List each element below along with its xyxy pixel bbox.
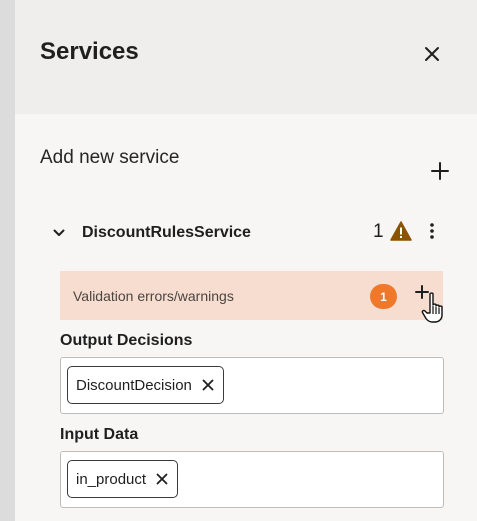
plus-icon (431, 162, 449, 180)
remove-icon (202, 379, 214, 391)
close-icon (425, 47, 439, 61)
warning-count: 1 (373, 221, 384, 242)
chevron-down-icon (53, 229, 65, 236)
output-decision-chip: DiscountDecision (67, 366, 224, 404)
service-menu-button[interactable] (423, 218, 441, 244)
chip-remove-button[interactable] (155, 472, 169, 486)
chip-remove-button[interactable] (201, 378, 215, 392)
warning-icon (390, 221, 412, 241)
validation-count-badge: 1 (370, 284, 397, 309)
panel-header: Services (15, 0, 477, 114)
validation-errors-row[interactable]: Validation errors/warnings 1 (60, 271, 443, 320)
close-button[interactable] (418, 40, 446, 68)
backdrop-strip (0, 0, 15, 521)
input-data-chip: in_product (67, 460, 179, 498)
service-name: DiscountRulesService (82, 224, 251, 241)
chip-label: DiscountDecision (76, 376, 192, 394)
expand-toggle[interactable] (50, 224, 68, 242)
service-header: DiscountRulesService 1 (50, 216, 455, 250)
output-decisions-field[interactable]: DiscountDecision (60, 357, 444, 414)
validation-label: Validation errors/warnings (73, 288, 234, 304)
kebab-menu-icon (430, 223, 434, 239)
add-new-service-label: Add new service (40, 147, 180, 168)
remove-icon (156, 473, 168, 485)
input-data-field[interactable]: in_product (60, 451, 444, 508)
hand-cursor-icon (421, 292, 443, 323)
add-service-button[interactable] (427, 158, 453, 184)
panel-title: Services (40, 38, 139, 65)
output-decisions-label: Output Decisions (60, 332, 193, 349)
services-panel: Services Add new service DiscountRulesSe… (15, 0, 477, 521)
chip-label: in_product (76, 470, 147, 488)
input-data-label: Input Data (60, 426, 139, 443)
